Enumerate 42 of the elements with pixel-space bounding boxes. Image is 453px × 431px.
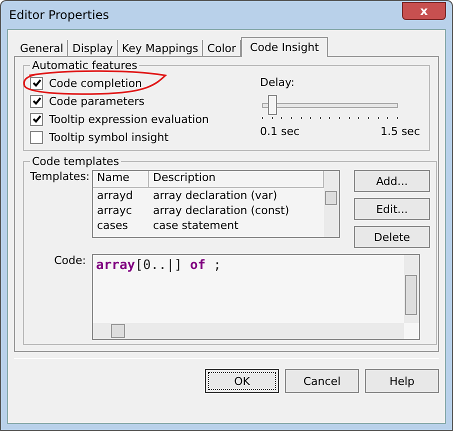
template-button[interactable]: Edit... [354, 198, 430, 220]
dialog-button[interactable]: Cancel [285, 369, 359, 393]
checkbox-label: Code completion [49, 76, 142, 90]
vertical-scrollbar[interactable] [324, 171, 339, 237]
code-editor[interactable]: array[0..|] of ; [92, 254, 420, 340]
checkbox[interactable] [30, 94, 43, 108]
code-label: Code: [53, 254, 86, 269]
template-description[interactable]: case statement [149, 219, 324, 232]
group-title: Automatic features [31, 59, 138, 72]
tab[interactable]: Key Mappings [118, 40, 204, 56]
column-header[interactable]: Name [93, 171, 149, 187]
template-description[interactable]: array declaration (var) [149, 189, 324, 202]
vertical-scrollbar[interactable] [404, 255, 419, 323]
template-button[interactable]: Delete [354, 226, 430, 248]
checkbox[interactable] [30, 76, 43, 90]
slider[interactable] [262, 95, 398, 115]
code-text: array[0..|] of ; [96, 258, 222, 273]
template-name[interactable]: arrayc [93, 204, 149, 217]
template-name[interactable]: arrayd [93, 189, 149, 202]
tab[interactable]: General [16, 40, 68, 56]
checkbox[interactable] [30, 130, 43, 144]
horizontal-scrollbar[interactable] [93, 323, 404, 339]
dialog-button[interactable]: Help [365, 369, 439, 393]
template-description[interactable]: array declaration (const) [149, 204, 324, 217]
slider-thumb[interactable] [268, 95, 278, 115]
slider-max-label: 1.5 sec [380, 125, 420, 138]
template-name[interactable]: cases [93, 219, 149, 232]
slider-label: Delay: [260, 76, 296, 89]
window-title: Editor Properties [9, 8, 109, 22]
close-button[interactable]: x [402, 2, 446, 20]
checkbox-label: Tooltip expression evaluation [49, 112, 209, 126]
templates-list[interactable]: Name Description arrayd array declaration (var) arrayc array declaration (const) cases case statement [92, 170, 340, 238]
group-title: Code templates [31, 155, 120, 168]
templates-label: Templates: [30, 170, 86, 185]
checkbox-label: Tooltip symbol insight [49, 130, 169, 144]
template-button[interactable]: Add... [354, 170, 430, 192]
checkbox[interactable] [30, 112, 43, 126]
dialog-button[interactable]: OK [205, 369, 279, 393]
slider-min-label: 0.1 sec [260, 125, 300, 138]
checkbox-label: Code parameters [49, 94, 144, 108]
tab[interactable]: Code Insight [241, 37, 328, 57]
tab[interactable]: Display [68, 40, 118, 56]
